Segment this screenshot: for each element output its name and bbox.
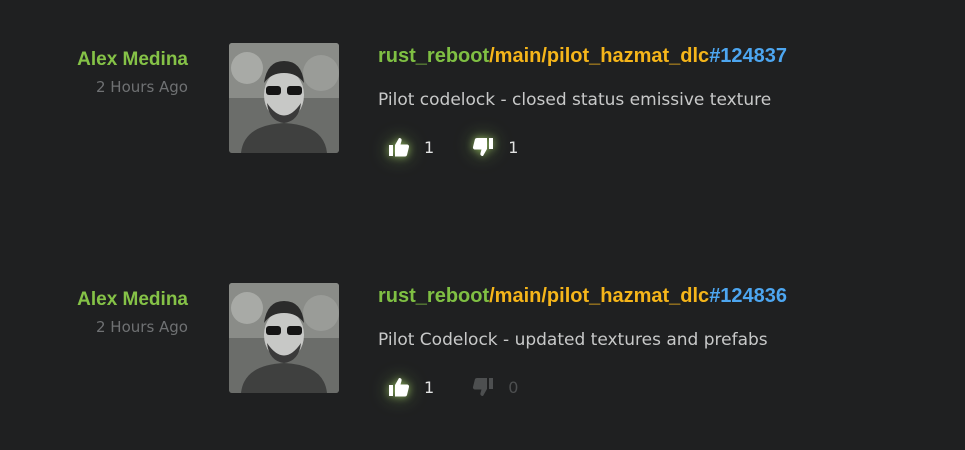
thumbs-down-icon xyxy=(473,378,494,396)
commit-content: rust_reboot/main/pilot_hazmat_dlc#124836… xyxy=(378,280,787,397)
commit-feed: Alex Medina 2 Hours Ago rust_reboot/main… xyxy=(0,0,965,450)
author-name[interactable]: Alex Medina xyxy=(77,48,188,72)
changeset-id[interactable]: #124837 xyxy=(709,45,787,67)
commit-author-block: Alex Medina 2 Hours Ago xyxy=(77,288,188,337)
avatar[interactable] xyxy=(229,43,339,153)
changeset-id[interactable]: #124836 xyxy=(709,285,787,307)
thumbs-up-icon xyxy=(389,138,410,157)
like-count: 1 xyxy=(424,137,435,157)
like-button[interactable]: 1 xyxy=(388,377,434,397)
author-name[interactable]: Alex Medina xyxy=(77,288,188,312)
like-button[interactable]: 1 xyxy=(388,137,434,157)
repo-name[interactable]: rust_reboot xyxy=(378,285,489,307)
thumbs-down-icon xyxy=(473,138,494,156)
commit-message: Pilot codelock - closed status emissive … xyxy=(378,90,772,110)
commit-content: rust_reboot/main/pilot_hazmat_dlc#124837… xyxy=(378,40,787,157)
dislike-button[interactable]: 0 xyxy=(472,377,518,397)
branch-path[interactable]: /main/pilot_hazmat_dlc xyxy=(489,285,709,307)
repo-name[interactable]: rust_reboot xyxy=(378,45,489,67)
commit-message: Pilot Codelock - updated textures and pr… xyxy=(378,330,768,350)
commit-author-block: Alex Medina 2 Hours Ago xyxy=(77,48,188,97)
commit-entry: Alex Medina 2 Hours Ago rust_reboot/main… xyxy=(0,40,965,190)
dislike-count: 0 xyxy=(508,377,519,397)
reactions: 1 1 xyxy=(388,137,787,157)
thumbs-up-icon xyxy=(389,378,410,397)
commit-ref-link[interactable]: rust_reboot/main/pilot_hazmat_dlc#124837 xyxy=(378,38,787,74)
like-count: 1 xyxy=(424,377,435,397)
branch-path[interactable]: /main/pilot_hazmat_dlc xyxy=(489,45,709,67)
dislike-button[interactable]: 1 xyxy=(472,137,518,157)
reactions: 1 0 xyxy=(388,377,787,397)
commit-ref-link[interactable]: rust_reboot/main/pilot_hazmat_dlc#124836 xyxy=(378,278,787,314)
commit-entry: Alex Medina 2 Hours Ago rust_reboot/main… xyxy=(0,280,965,430)
commit-time: 2 Hours Ago xyxy=(96,318,188,336)
commit-time: 2 Hours Ago xyxy=(96,78,188,96)
dislike-count: 1 xyxy=(508,137,519,157)
avatar[interactable] xyxy=(229,283,339,393)
